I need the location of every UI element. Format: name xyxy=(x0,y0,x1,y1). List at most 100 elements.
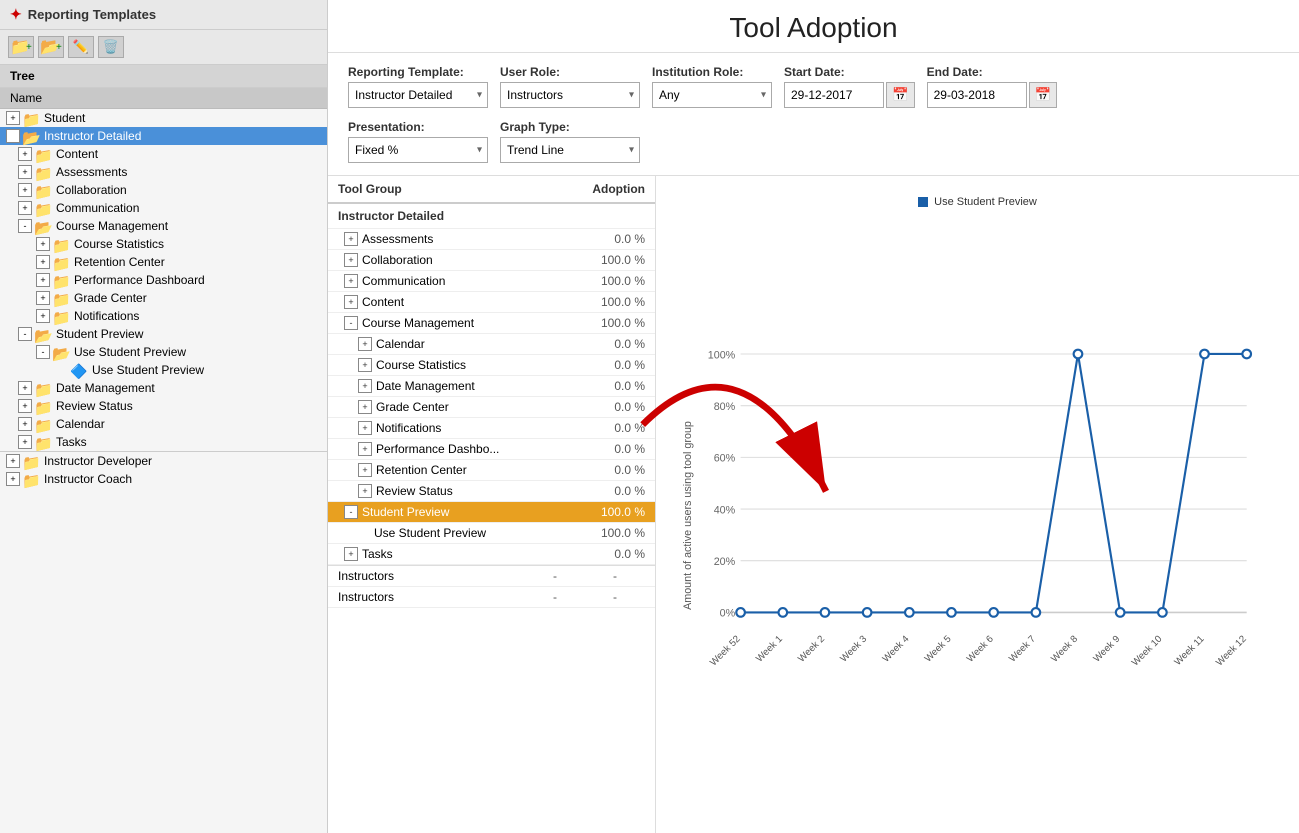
user-role-select[interactable]: Instructors xyxy=(500,82,640,108)
table-row-perf-dashboard[interactable]: + Performance Dashbo... 0.0 % xyxy=(328,439,655,460)
tree-item-performance-dashboard[interactable]: 📁 Performance Dashboard xyxy=(0,271,327,289)
tree-item-course-management[interactable]: 📂 Course Management xyxy=(0,217,327,235)
start-date-input[interactable] xyxy=(784,82,884,108)
table-row-collaboration[interactable]: + Collaboration 100.0 % xyxy=(328,250,655,271)
row-adoption-course-stats: 0.0 % xyxy=(565,358,645,372)
tree-item-date-management[interactable]: 📁 Date Management xyxy=(0,379,327,397)
reporting-template-select[interactable]: Instructor Detailed xyxy=(348,82,488,108)
presentation-label: Presentation: xyxy=(348,120,488,134)
row-adoption-perf: 0.0 % xyxy=(565,442,645,456)
x-label-3: Week 3 xyxy=(838,634,869,665)
x-label-4: Week 4 xyxy=(881,633,912,664)
add-item-button[interactable]: 📂+ xyxy=(38,36,64,58)
expand-date[interactable] xyxy=(18,381,32,395)
content-area: Tool Adoption Reporting Template: Instru… xyxy=(328,0,1299,833)
graph-type-select[interactable]: Trend Line xyxy=(500,137,640,163)
tree-item-collaboration[interactable]: 📁 Collaboration xyxy=(0,181,327,199)
expand-date-mgmt-tbl[interactable]: + xyxy=(358,379,372,393)
expand-review[interactable] xyxy=(18,399,32,413)
tree-item-instructor-developer[interactable]: 📁 Instructor Developer xyxy=(0,452,327,470)
folder-icon-review: 📁 xyxy=(34,399,52,413)
presentation-select[interactable]: Fixed % xyxy=(348,137,488,163)
row-label-grade: Grade Center xyxy=(376,400,565,414)
table-row-student-preview[interactable]: - Student Preview 100.0 % xyxy=(328,502,655,523)
tree-item-notifications[interactable]: 📁 Notifications xyxy=(0,307,327,325)
expand-retention[interactable] xyxy=(36,255,50,269)
expand-instructor-dev[interactable] xyxy=(6,454,20,468)
expand-review-tbl[interactable]: + xyxy=(358,484,372,498)
expand-grade[interactable] xyxy=(36,291,50,305)
expand-content[interactable] xyxy=(18,147,32,161)
table-row-use-student-preview[interactable]: Use Student Preview 100.0 % xyxy=(328,523,655,544)
delete-button[interactable]: 🗑️ xyxy=(98,36,124,58)
tree-item-use-student-preview-parent[interactable]: 📂 Use Student Preview xyxy=(0,343,327,361)
tree-item-review-status[interactable]: 📁 Review Status xyxy=(0,397,327,415)
end-date-calendar-button[interactable]: 📅 xyxy=(1029,82,1058,108)
expand-student[interactable] xyxy=(6,111,20,125)
table-row-content[interactable]: + Content 100.0 % xyxy=(328,292,655,313)
tree-item-student[interactable]: 📁 Student xyxy=(0,109,327,127)
tree-item-use-student-preview-leaf[interactable]: 🔷 Use Student Preview xyxy=(0,361,327,379)
tree-item-content[interactable]: 📁 Content xyxy=(0,145,327,163)
expand-tasks-tbl[interactable]: + xyxy=(344,547,358,561)
expand-collaboration[interactable] xyxy=(18,183,32,197)
row-adoption-grade: 0.0 % xyxy=(565,400,645,414)
table-row-notifications[interactable]: + Notifications 0.0 % xyxy=(328,418,655,439)
data-point-12 xyxy=(1242,350,1251,359)
expand-performance[interactable] xyxy=(36,273,50,287)
expand-grade-tbl[interactable]: + xyxy=(358,400,372,414)
tree-item-communication[interactable]: 📁 Communication xyxy=(0,199,327,217)
tree-item-retention-center[interactable]: 📁 Retention Center xyxy=(0,253,327,271)
tree-item-course-statistics[interactable]: 📁 Course Statistics xyxy=(0,235,327,253)
edit-button[interactable]: ✏️ xyxy=(68,36,94,58)
expand-communication-tbl[interactable]: + xyxy=(344,274,358,288)
expand-assessments-tbl[interactable]: + xyxy=(344,232,358,246)
table-row-course-management[interactable]: - Course Management 100.0 % xyxy=(328,313,655,334)
expand-course-stats-tbl[interactable]: + xyxy=(358,358,372,372)
tree-item-instructor-coach[interactable]: 📁 Instructor Coach xyxy=(0,470,327,488)
table-row-calendar[interactable]: + Calendar 0.0 % xyxy=(328,334,655,355)
expand-content-tbl[interactable]: + xyxy=(344,295,358,309)
table-row-grade-center[interactable]: + Grade Center 0.0 % xyxy=(328,397,655,418)
trend-line xyxy=(741,354,1247,612)
tree-item-student-preview[interactable]: 📂 Student Preview xyxy=(0,325,327,343)
expand-notifications-tbl[interactable]: + xyxy=(358,421,372,435)
expand-student-preview-tbl[interactable]: - xyxy=(344,505,358,519)
expand-communication[interactable] xyxy=(18,201,32,215)
expand-collaboration-tbl[interactable]: + xyxy=(344,253,358,267)
table-row-assessments[interactable]: + Assessments 0.0 % xyxy=(328,229,655,250)
expand-perf-tbl[interactable]: + xyxy=(358,442,372,456)
expand-instructor-coach[interactable] xyxy=(6,472,20,486)
expand-assessments[interactable] xyxy=(18,165,32,179)
expand-course-stats[interactable] xyxy=(36,237,50,251)
table-row-review-status[interactable]: + Review Status 0.0 % xyxy=(328,481,655,502)
table-row-date-mgmt[interactable]: + Date Management 0.0 % xyxy=(328,376,655,397)
end-date-input[interactable] xyxy=(927,82,1027,108)
expand-student-preview[interactable] xyxy=(18,327,32,341)
add-folder-button[interactable]: 📁+ xyxy=(8,36,34,58)
expand-retention-tbl[interactable]: + xyxy=(358,463,372,477)
expand-use-student-preview[interactable] xyxy=(36,345,50,359)
table-row-course-stats[interactable]: + Course Statistics 0.0 % xyxy=(328,355,655,376)
institution-role-select[interactable]: Any xyxy=(652,82,772,108)
tree-item-calendar[interactable]: 📁 Calendar xyxy=(0,415,327,433)
data-point-3 xyxy=(863,608,872,617)
end-date-wrapper: 📅 xyxy=(927,82,1058,108)
tree-item-grade-center[interactable]: 📁 Grade Center xyxy=(0,289,327,307)
expand-course-mgmt-tbl[interactable]: - xyxy=(344,316,358,330)
start-date-calendar-button[interactable]: 📅 xyxy=(886,82,915,108)
tree-item-tasks[interactable]: 📁 Tasks xyxy=(0,433,327,451)
table-row-retention-center[interactable]: + Retention Center 0.0 % xyxy=(328,460,655,481)
tree-item-assessments[interactable]: 📁 Assessments xyxy=(0,163,327,181)
table-row-tasks[interactable]: + Tasks 0.0 % xyxy=(328,544,655,565)
tree-label-date: Date Management xyxy=(56,381,155,395)
expand-tasks[interactable] xyxy=(18,435,32,449)
bt-label-1: Instructors xyxy=(338,569,525,583)
tree-item-instructor-detailed[interactable]: 📂 Instructor Detailed xyxy=(0,127,327,145)
expand-course-management[interactable] xyxy=(18,219,32,233)
table-row-communication[interactable]: + Communication 100.0 % xyxy=(328,271,655,292)
expand-calendar[interactable] xyxy=(18,417,32,431)
expand-calendar-tbl[interactable]: + xyxy=(358,337,372,351)
expand-instructor-detailed[interactable] xyxy=(6,129,20,143)
expand-notifications[interactable] xyxy=(36,309,50,323)
